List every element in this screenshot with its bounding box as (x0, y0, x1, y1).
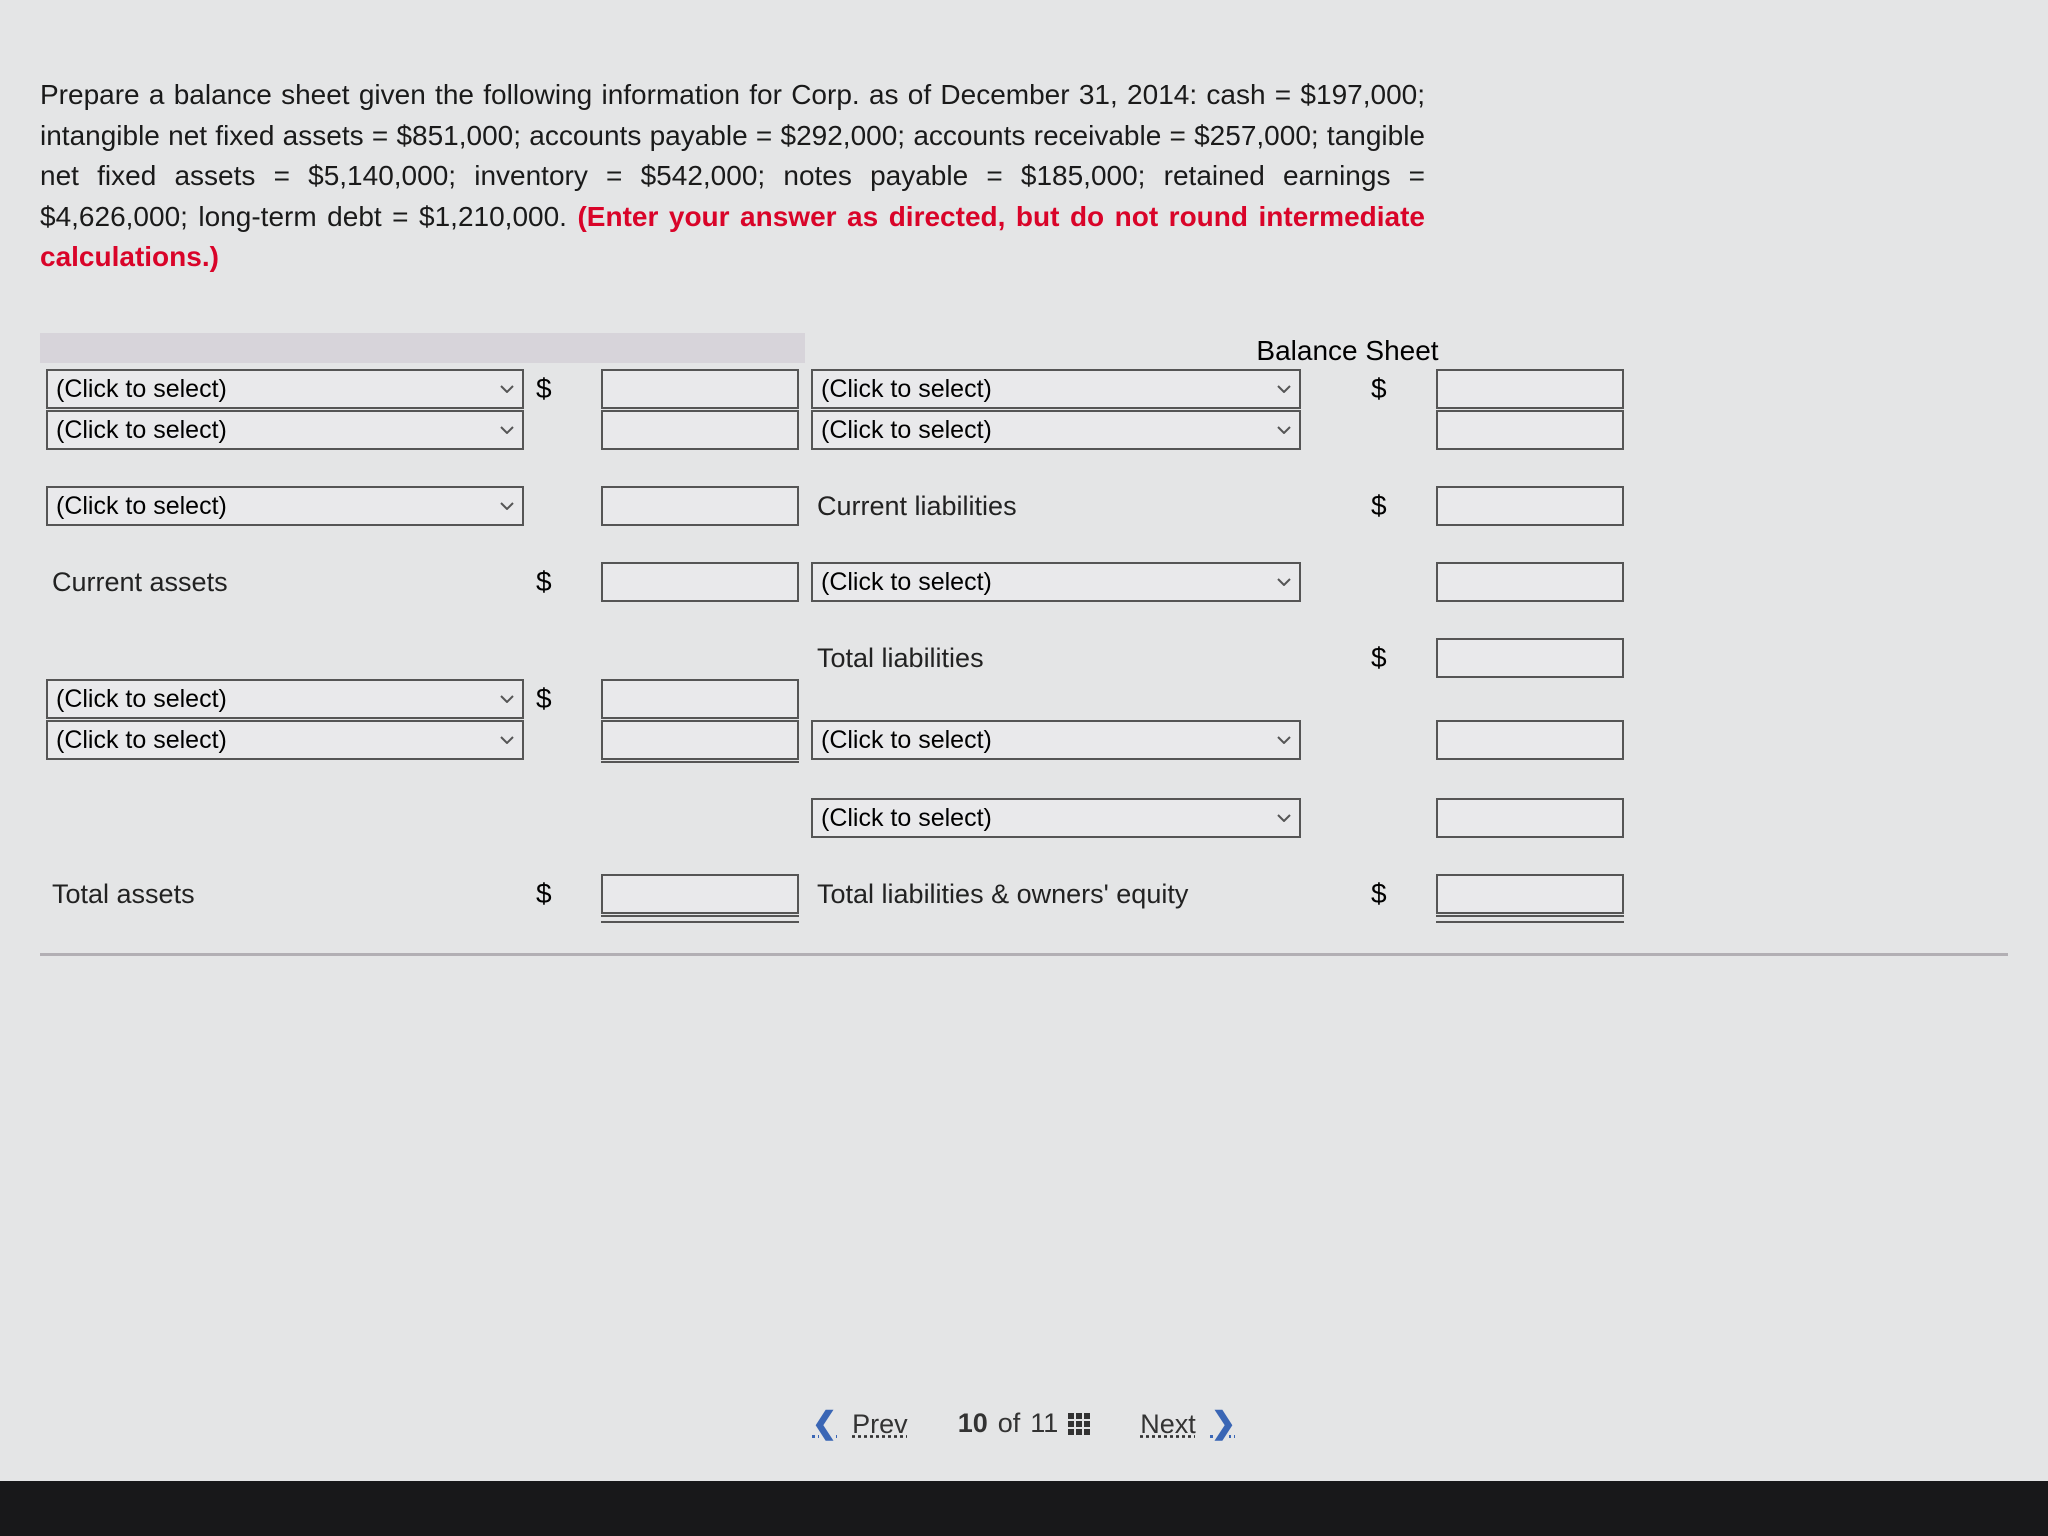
dollar-sign: $ (1365, 490, 1430, 522)
asset-select-2[interactable]: (Click to select) (46, 410, 524, 450)
asset-amount-4[interactable] (601, 679, 799, 719)
balance-sheet-table: Balance Sheet (Click to select) $ (Click… (40, 333, 1890, 923)
dollar-sign: $ (530, 878, 595, 910)
liability-select-1[interactable]: (Click to select) (811, 369, 1301, 409)
current-liabilities-label: Current liabilities (805, 491, 1365, 522)
pagination-footer: ❮ Prev 10 of 11 Next ❯ (0, 1406, 2048, 1441)
asset-select-3[interactable]: (Click to select) (46, 486, 524, 526)
dollar-sign: $ (530, 566, 595, 598)
page-counter: 10 of 11 (958, 1408, 1091, 1439)
asset-amount-2[interactable] (601, 410, 799, 450)
next-label: Next (1140, 1409, 1196, 1439)
total-liab-equity-label: Total liabilities & owners' equity (805, 879, 1365, 910)
sheet-title: Balance Sheet (805, 333, 1890, 369)
liability-amount-3[interactable] (1436, 562, 1624, 602)
asset-select-1[interactable]: (Click to select) (46, 369, 524, 409)
liability-select-3[interactable]: (Click to select) (811, 562, 1301, 602)
chevron-left-icon: ❮ (812, 1407, 837, 1440)
asset-amount-3[interactable] (601, 486, 799, 526)
total-assets-amount[interactable] (601, 874, 799, 914)
next-button[interactable]: Next ❯ (1140, 1406, 1236, 1441)
asset-select-4[interactable]: (Click to select) (46, 679, 524, 719)
dollar-sign: $ (530, 373, 595, 405)
of-label: of (998, 1408, 1021, 1439)
total-assets-label: Total assets (40, 879, 530, 910)
current-assets-label: Current assets (40, 567, 530, 598)
total-liab-equity-amount[interactable] (1436, 874, 1624, 914)
total-pages: 11 (1030, 1408, 1058, 1439)
equity-amount-1[interactable] (1436, 720, 1624, 760)
current-liab-amount[interactable] (1436, 486, 1624, 526)
prev-label: Prev (852, 1409, 908, 1439)
dollar-sign: $ (1365, 878, 1430, 910)
question-prompt: Prepare a balance sheet given the follow… (40, 75, 1425, 278)
equity-amount-2[interactable] (1436, 798, 1624, 838)
liability-amount-1[interactable] (1436, 369, 1624, 409)
current-page: 10 (958, 1408, 988, 1439)
liability-amount-2[interactable] (1436, 410, 1624, 450)
prev-button[interactable]: ❮ Prev (812, 1406, 908, 1441)
equity-select-1[interactable]: (Click to select) (811, 720, 1301, 760)
asset-amount-5[interactable] (601, 720, 799, 760)
current-assets-amount[interactable] (601, 562, 799, 602)
chevron-right-icon: ❯ (1211, 1407, 1236, 1440)
dollar-sign: $ (1365, 373, 1430, 405)
dollar-sign: $ (1365, 642, 1430, 674)
asset-amount-1[interactable] (601, 369, 799, 409)
liability-select-2[interactable]: (Click to select) (811, 410, 1301, 450)
dollar-sign: $ (530, 683, 595, 715)
divider (40, 953, 2008, 956)
equity-select-2[interactable]: (Click to select) (811, 798, 1301, 838)
total-liab-amount[interactable] (1436, 638, 1624, 678)
asset-select-5[interactable]: (Click to select) (46, 720, 524, 760)
grid-icon[interactable] (1068, 1413, 1090, 1435)
total-liabilities-label: Total liabilities (805, 643, 1365, 674)
